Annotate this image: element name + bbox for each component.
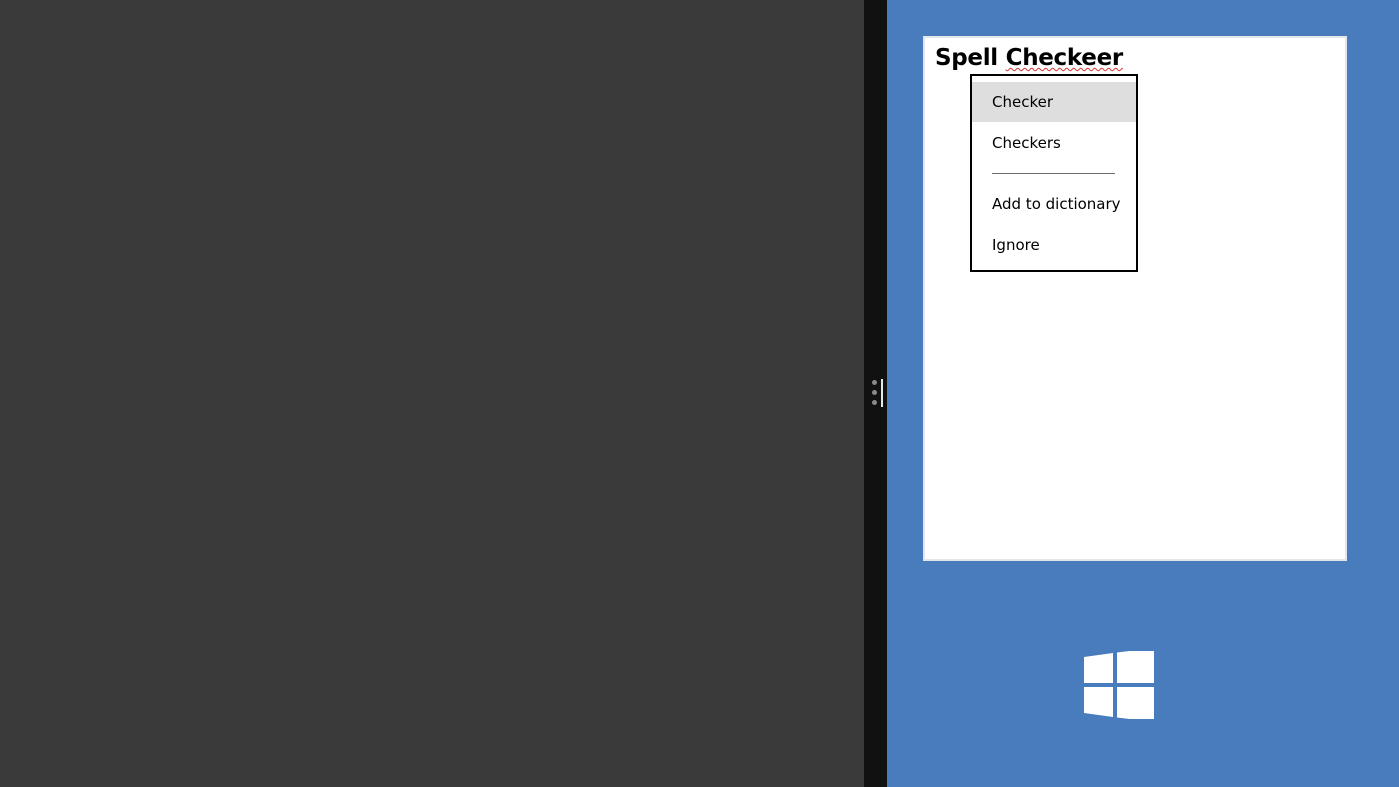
suggestion-checker-menu-item[interactable]: Checker [972,82,1136,122]
snap-splitter-bar[interactable] [864,0,887,787]
spelling-context-menu: Checker Checkers Add to dictionary Ignor… [970,74,1138,272]
document-text[interactable]: Spell Checkeer [935,45,1123,71]
grip-dot [872,380,877,385]
document-text-prefix: Spell [935,45,1006,71]
add-to-dictionary-menu-item[interactable]: Add to dictionary [972,184,1136,224]
grip-dot [872,390,877,395]
gripper-icon[interactable] [872,379,884,407]
snapped-app-pane: Spell Checkeer [887,0,1399,787]
suggestion-checkers-menu-item[interactable]: Checkers [972,123,1136,163]
ignore-menu-item[interactable]: Ignore [972,225,1136,265]
menu-separator [992,173,1115,174]
grip-line [881,379,883,407]
grip-dot [872,400,877,405]
misspelled-word[interactable]: Checkeer [1006,45,1124,71]
empty-left-app-pane [0,0,864,787]
windows-logo-icon[interactable] [1084,651,1155,719]
